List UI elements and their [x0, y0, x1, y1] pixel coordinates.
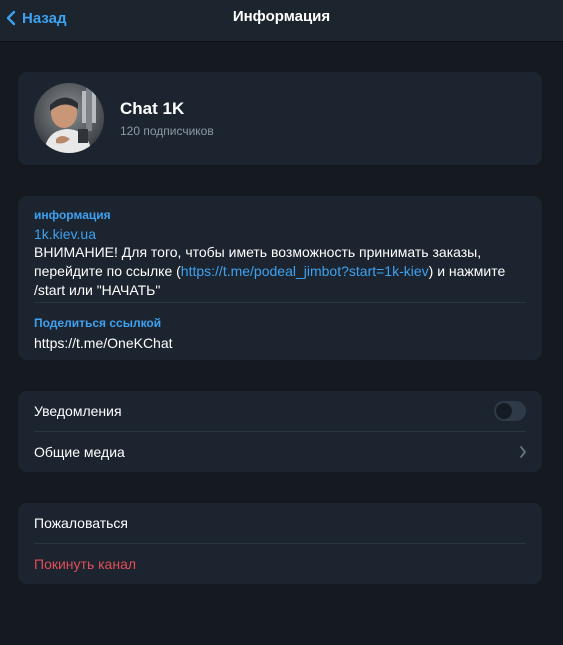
share-link-label: Поделиться ссылкой [34, 316, 162, 330]
channel-description: ВНИМАНИЕ! Для того, чтобы иметь возможно… [34, 243, 534, 300]
settings-card: Уведомления Общие медиа [18, 391, 542, 472]
page-title: Информация [232, 8, 331, 25]
leave-channel-button[interactable]: Покинуть канал [18, 544, 542, 584]
info-section-label: информация [34, 208, 111, 222]
shared-media-label: Общие медиа [34, 444, 125, 460]
report-button[interactable]: Пожаловаться [18, 503, 542, 543]
website-link[interactable]: 1k.kiev.ua [34, 226, 96, 242]
chevron-right-icon [520, 446, 526, 458]
divider [34, 302, 526, 303]
share-link-url[interactable]: https://t.me/OneKChat [34, 335, 173, 351]
actions-card: Пожаловаться Покинуть канал [18, 503, 542, 584]
report-label: Пожаловаться [34, 515, 129, 531]
shared-media-row[interactable]: Общие медиа [18, 432, 542, 472]
toggle-knob [496, 403, 512, 419]
notifications-row[interactable]: Уведомления [18, 391, 542, 431]
bot-link[interactable]: https://t.me/podeal_jimbot?start=1k-kiev [181, 263, 429, 279]
notifications-label: Уведомления [34, 403, 122, 419]
info-card: информация 1k.kiev.ua ВНИМАНИЕ! Для того… [18, 196, 542, 360]
profile-card: Chat 1K 120 подписчиков [18, 72, 542, 165]
top-bar: Назад Информация [0, 0, 563, 42]
leave-channel-label: Покинуть канал [34, 556, 137, 572]
notifications-toggle[interactable] [494, 401, 526, 421]
subscriber-count: 120 подписчиков [120, 124, 214, 138]
channel-name: Chat 1K [120, 99, 185, 118]
avatar[interactable] [34, 83, 104, 153]
